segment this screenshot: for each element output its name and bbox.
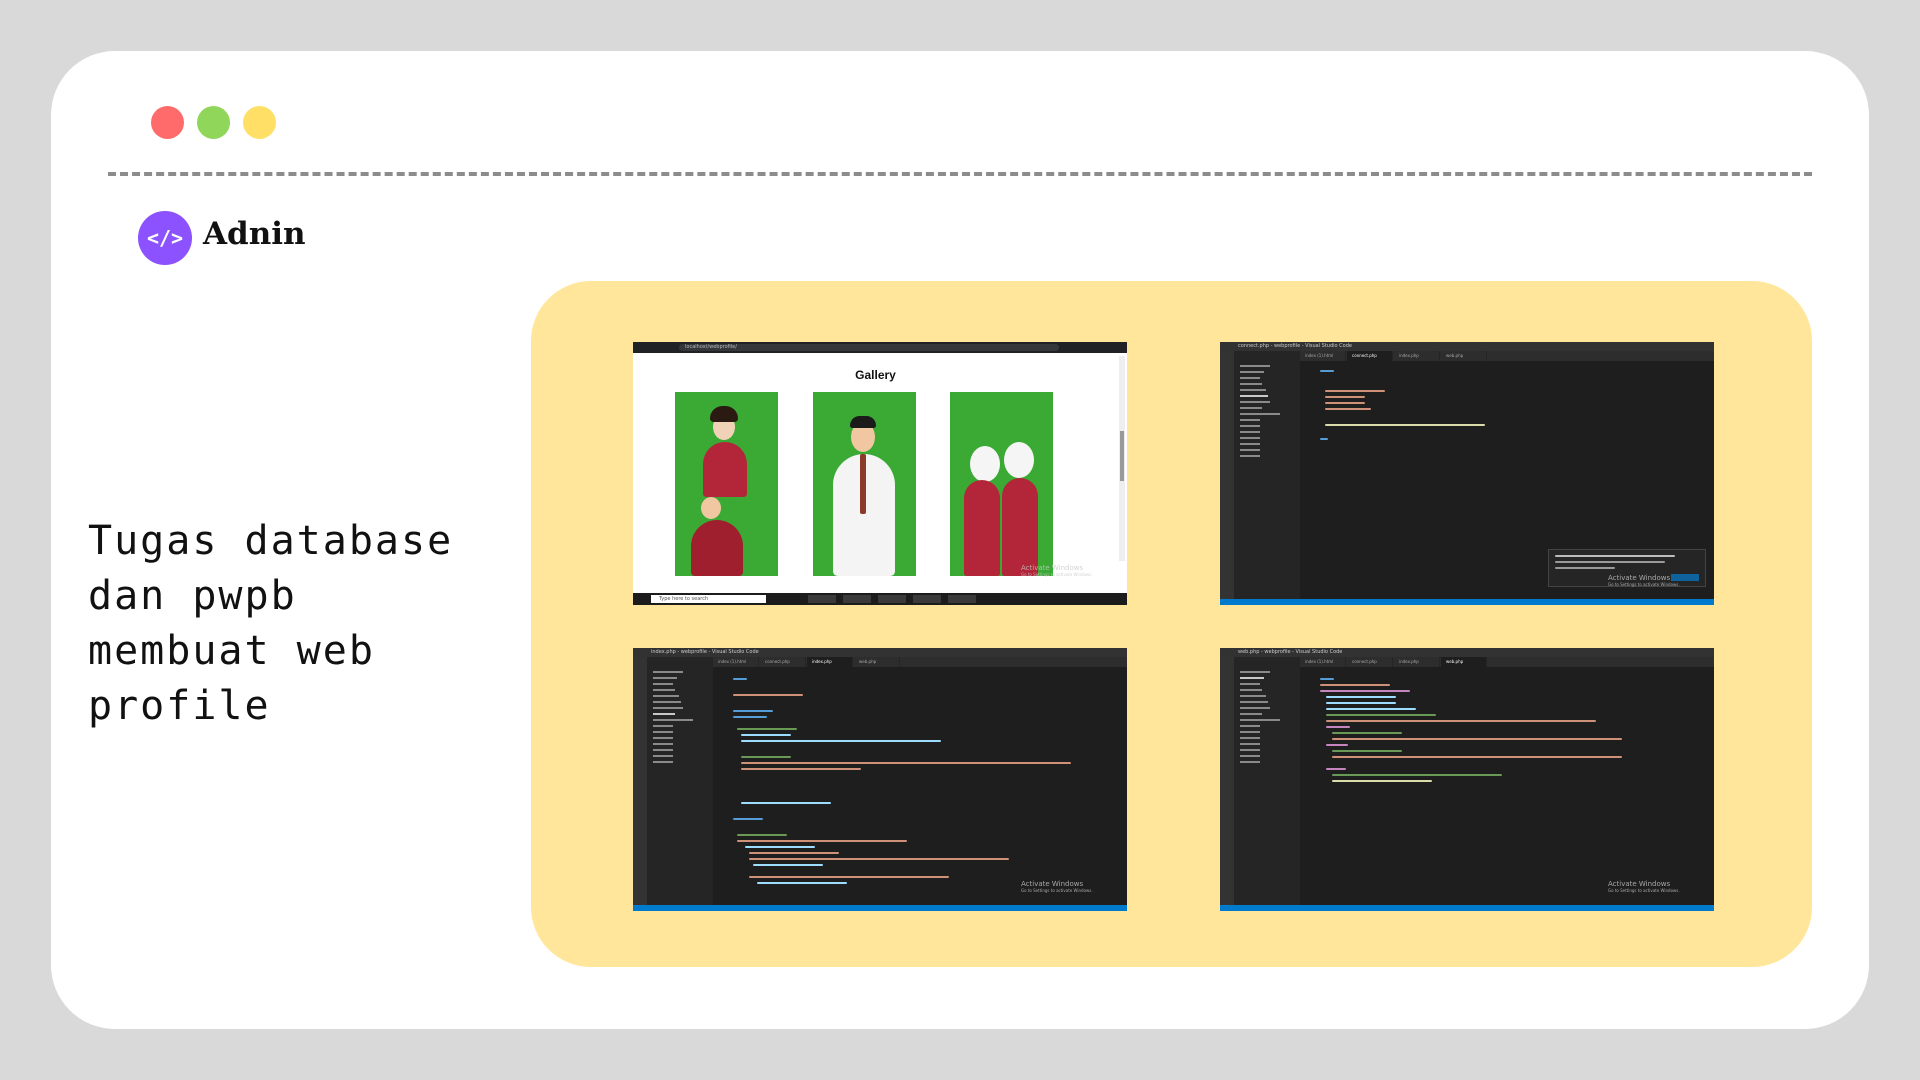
index-php-screenshot: index.php - webprofile - Visual Studio C…	[633, 648, 1127, 911]
vscode-tab-bar: index (1).html connect.php index.php web…	[1300, 657, 1714, 667]
vscode-status-bar	[1220, 905, 1714, 911]
vscode-activity-bar	[1220, 351, 1234, 599]
gallery-title: Gallery	[855, 368, 896, 382]
taskbar-app[interactable]	[948, 595, 976, 603]
dashed-divider	[108, 172, 1812, 176]
tab-index-html[interactable]: index (1).html	[1300, 657, 1346, 667]
taskbar-app[interactable]	[808, 595, 836, 603]
brand-name: Adnin	[203, 216, 306, 252]
activate-windows-watermark: Activate Windows Go to Settings to activ…	[1021, 880, 1093, 893]
headline-line: Tugas database	[88, 518, 454, 564]
vscode-status-bar	[633, 905, 1127, 911]
code-logo-icon: </>	[138, 211, 192, 265]
vscode-activity-bar	[1220, 657, 1234, 905]
tab-web-php[interactable]: web.php	[1441, 351, 1487, 361]
tab-index-html[interactable]: index (1).html	[1300, 351, 1346, 361]
headline-line: profile	[88, 683, 271, 729]
activate-windows-watermark: Activate Windows Go to Settings to activ…	[1608, 574, 1680, 587]
gallery-photo	[950, 392, 1053, 576]
vscode-explorer	[1234, 351, 1300, 599]
headline-line: membuat web	[88, 628, 375, 674]
browser-address-bar: localhost/webprofile/	[679, 344, 1059, 351]
taskbar-app[interactable]	[878, 595, 906, 603]
vscode-explorer	[1234, 657, 1300, 905]
vscode-status-bar	[1220, 599, 1714, 605]
browser-scrollbar[interactable]	[1119, 356, 1125, 561]
taskbar-app[interactable]	[843, 595, 871, 603]
tab-index-php[interactable]: index.php	[1394, 351, 1440, 361]
code-logo-glyph: </>	[146, 226, 184, 250]
tab-connect-php[interactable]: connect.php	[760, 657, 806, 667]
vscode-titlebar: connect.php - webprofile - Visual Studio…	[1220, 342, 1714, 351]
web-php-screenshot: web.php - webprofile - Visual Studio Cod…	[1220, 648, 1714, 911]
activate-windows-watermark: Activate Windows Go to Settings to activ…	[1608, 880, 1680, 893]
window-maximize-dot[interactable]	[197, 106, 230, 139]
tab-web-php[interactable]: web.php	[1441, 657, 1487, 667]
tab-index-html[interactable]: index (1).html	[713, 657, 759, 667]
tab-connect-php[interactable]: connect.php	[1347, 657, 1393, 667]
vscode-titlebar: index.php - webprofile - Visual Studio C…	[633, 648, 1127, 657]
gallery-photo	[675, 392, 778, 576]
taskbar-search-input[interactable]: Type here to search	[651, 595, 766, 603]
browser-toolbar: localhost/webprofile/	[633, 342, 1127, 353]
window-minimize-dot[interactable]	[243, 106, 276, 139]
gallery-photo	[813, 392, 916, 576]
tab-index-php[interactable]: index.php	[807, 657, 853, 667]
taskbar-app[interactable]	[913, 595, 941, 603]
tab-connect-php[interactable]: connect.php	[1347, 351, 1393, 361]
tab-web-php[interactable]: web.php	[854, 657, 900, 667]
headline-line: dan pwpb	[88, 573, 297, 619]
vscode-titlebar: web.php - webprofile - Visual Studio Cod…	[1220, 648, 1714, 657]
connect-php-screenshot: connect.php - webprofile - Visual Studio…	[1220, 342, 1714, 605]
activate-windows-watermark: Activate Windows Go to Settings to activ…	[1021, 564, 1093, 577]
windows-taskbar: Type here to search	[633, 593, 1127, 605]
vscode-tab-bar: index (1).html connect.php index.php web…	[713, 657, 1127, 667]
gallery-screenshot: localhost/webprofile/ Gallery Activate W…	[633, 342, 1127, 605]
window-close-dot[interactable]	[151, 106, 184, 139]
vscode-activity-bar	[633, 657, 647, 905]
tab-index-php[interactable]: index.php	[1394, 657, 1440, 667]
headline: Tugas database dan pwpb membuat web prof…	[88, 514, 488, 734]
vscode-tab-bar: index (1).html connect.php index.php web…	[1300, 351, 1714, 361]
vscode-explorer	[647, 657, 713, 905]
